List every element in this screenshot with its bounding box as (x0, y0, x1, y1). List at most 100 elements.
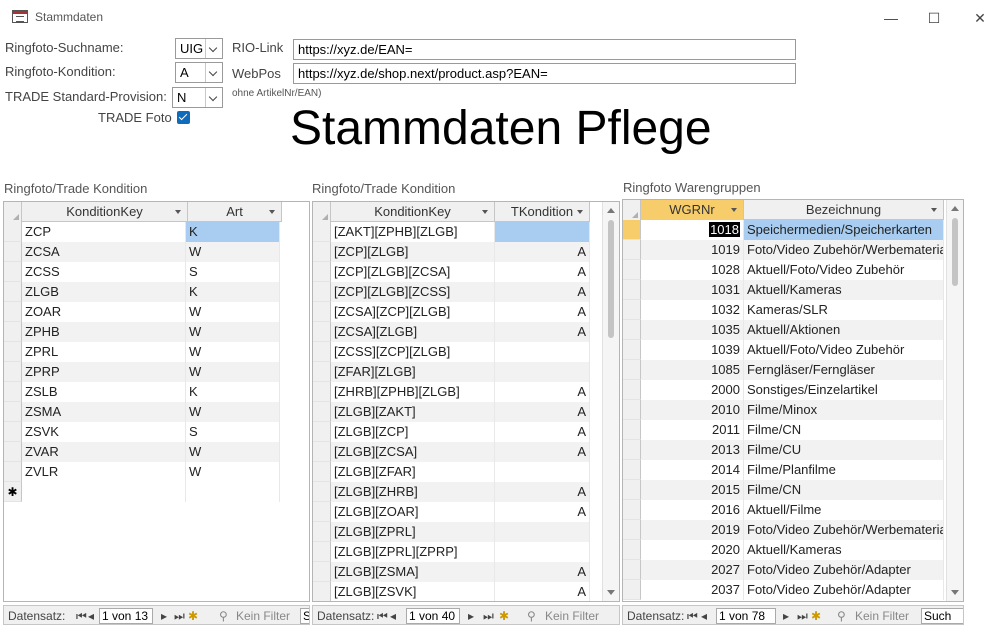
table-row[interactable]: [ZCP][ZLGB] A (313, 242, 590, 262)
scroll-up-icon[interactable] (607, 208, 615, 213)
table-cell[interactable]: W (186, 242, 280, 262)
table-cell[interactable]: Speichermedien/Speicherkarten (744, 220, 944, 240)
table-row[interactable]: ZPRL W (4, 342, 308, 362)
table-cell[interactable]: [ZAKT][ZPHB][ZLGB] (331, 222, 495, 242)
row-selector[interactable] (623, 480, 641, 500)
table-row[interactable]: ZPRP W (4, 362, 308, 382)
table-row[interactable]: 1031 Aktuell/Kameras (623, 280, 944, 300)
chevron-down-icon[interactable] (205, 88, 222, 107)
row-selector[interactable] (313, 462, 331, 482)
table-cell[interactable] (186, 482, 280, 502)
table-row[interactable]: 1028 Aktuell/Foto/Video Zubehör (623, 260, 944, 280)
table-cell[interactable]: Aktuell/Foto/Video Zubehör (744, 340, 944, 360)
table-cell[interactable]: ZSMA (22, 402, 186, 422)
first-record-icon[interactable]: ⏮ (377, 609, 388, 624)
row-selector[interactable] (623, 360, 641, 380)
table-cell[interactable]: A (495, 262, 590, 282)
table-cell[interactable]: ZPHB (22, 322, 186, 342)
table-cell[interactable]: W (186, 362, 280, 382)
row-selector[interactable] (623, 540, 641, 560)
table-cell[interactable]: S (186, 422, 280, 442)
tradefoto-checkbox[interactable] (177, 111, 190, 124)
table-cell[interactable]: A (495, 562, 590, 582)
table-row[interactable]: 1035 Aktuell/Aktionen (623, 320, 944, 340)
table-row[interactable]: [ZLGB][ZHRB] A (313, 482, 590, 502)
close-icon[interactable]: ✕ (965, 6, 995, 30)
select-all-corner[interactable] (4, 202, 22, 222)
table-cell[interactable]: ZSVK (22, 422, 186, 442)
col-header-konditionkey[interactable]: KonditionKey (22, 202, 188, 222)
table-cell[interactable]: W (186, 402, 280, 422)
scroll-down-icon[interactable] (607, 590, 615, 595)
table-cell[interactable]: W (186, 342, 280, 362)
table-cell[interactable]: Aktuell/Kameras (744, 280, 944, 300)
table-row[interactable]: 2027 Foto/Video Zubehör/Adapter (623, 560, 944, 580)
row-selector[interactable] (4, 382, 22, 402)
kondition-datasheet[interactable]: KonditionKey Art ZCP K ZCSA W ZCSS S ZLGB K ZOAR… (3, 201, 310, 602)
table-row[interactable]: 2011 Filme/CN (623, 420, 944, 440)
row-selector[interactable] (623, 420, 641, 440)
row-selector[interactable] (623, 340, 641, 360)
table-cell[interactable]: Aktuell/Foto/Video Zubehör (744, 260, 944, 280)
filter-icon[interactable]: ⚲ (837, 609, 846, 623)
table-cell[interactable]: 2011 (641, 420, 744, 440)
table-row[interactable]: [ZFAR][ZLGB] (313, 362, 590, 382)
first-record-icon[interactable]: ⏮ (687, 609, 698, 624)
table-cell[interactable]: ZVLR (22, 462, 186, 482)
table-row[interactable]: 1019 Foto/Video Zubehör/Werbematerial (623, 240, 944, 260)
table-cell[interactable]: 1031 (641, 280, 744, 300)
row-selector[interactable] (623, 300, 641, 320)
row-selector[interactable] (313, 542, 331, 562)
table-cell[interactable]: K (186, 282, 280, 302)
table-row[interactable]: [ZLGB][ZPRL][ZPRP] (313, 542, 590, 562)
table-cell[interactable]: 2037 (641, 580, 744, 600)
table-cell[interactable]: Aktuell/Kameras (744, 540, 944, 560)
table-cell[interactable]: K (186, 382, 280, 402)
no-filter-button[interactable]: Kein Filter (545, 609, 599, 623)
col-header-bezeichnung[interactable]: Bezeichnung (744, 200, 944, 220)
table-cell[interactable]: ZVAR (22, 442, 186, 462)
table-cell[interactable]: Filme/Minox (744, 400, 944, 420)
table-row[interactable]: 2000 Sonstiges/Einzelartikel (623, 380, 944, 400)
table-row[interactable]: ZSMA W (4, 402, 308, 422)
row-selector[interactable] (313, 582, 331, 601)
table-row[interactable]: [ZLGB][ZCSA] A (313, 442, 590, 462)
trade-kondition-datasheet[interactable]: KonditionKey TKondition [ZAKT][ZPHB][ZLG… (312, 201, 620, 602)
row-selector[interactable] (313, 382, 331, 402)
table-cell[interactable]: Foto/Video Zubehör/Werbematerial (744, 240, 944, 260)
table-cell[interactable]: 2016 (641, 500, 744, 520)
select-all-corner[interactable] (313, 202, 331, 222)
table-cell[interactable]: Sonstiges/Einzelartikel (744, 380, 944, 400)
table-cell[interactable]: [ZCSA][ZCP][ZLGB] (331, 302, 495, 322)
table-cell[interactable]: 2014 (641, 460, 744, 480)
table-cell[interactable]: A (495, 302, 590, 322)
table-cell[interactable]: W (186, 462, 280, 482)
row-selector[interactable] (313, 262, 331, 282)
table-row[interactable]: 2014 Filme/Planfilme (623, 460, 944, 480)
table-cell[interactable] (495, 362, 590, 382)
table-cell[interactable]: [ZCSS][ZCP][ZLGB] (331, 342, 495, 362)
table-cell[interactable]: 1028 (641, 260, 744, 280)
table-row[interactable]: [ZLGB][ZPRL] (313, 522, 590, 542)
prev-record-icon[interactable]: ◂ (701, 609, 707, 623)
table-cell[interactable]: 2010 (641, 400, 744, 420)
table-cell[interactable] (495, 542, 590, 562)
table-cell[interactable]: A (495, 402, 590, 422)
row-selector[interactable] (623, 280, 641, 300)
table-cell[interactable]: 1039 (641, 340, 744, 360)
scroll-thumb[interactable] (608, 220, 614, 338)
filter-icon[interactable]: ⚲ (527, 609, 536, 623)
row-selector[interactable] (4, 222, 22, 242)
table-cell[interactable]: ZPRP (22, 362, 186, 382)
grid2-scrollbar[interactable] (602, 202, 619, 601)
table-row[interactable]: ZVLR W (4, 462, 308, 482)
table-row[interactable]: 1032 Kameras/SLR (623, 300, 944, 320)
table-cell[interactable]: Aktuell/Aktionen (744, 320, 944, 340)
table-cell[interactable]: ZCP (22, 222, 186, 242)
table-cell[interactable]: Foto/Video Zubehör/Werbematerial (744, 520, 944, 540)
table-cell[interactable]: Filme/Planfilme (744, 460, 944, 480)
table-cell[interactable] (495, 342, 590, 362)
table-cell[interactable]: 1085 (641, 360, 744, 380)
row-selector[interactable] (623, 580, 641, 600)
table-cell[interactable]: Filme/CN (744, 480, 944, 500)
